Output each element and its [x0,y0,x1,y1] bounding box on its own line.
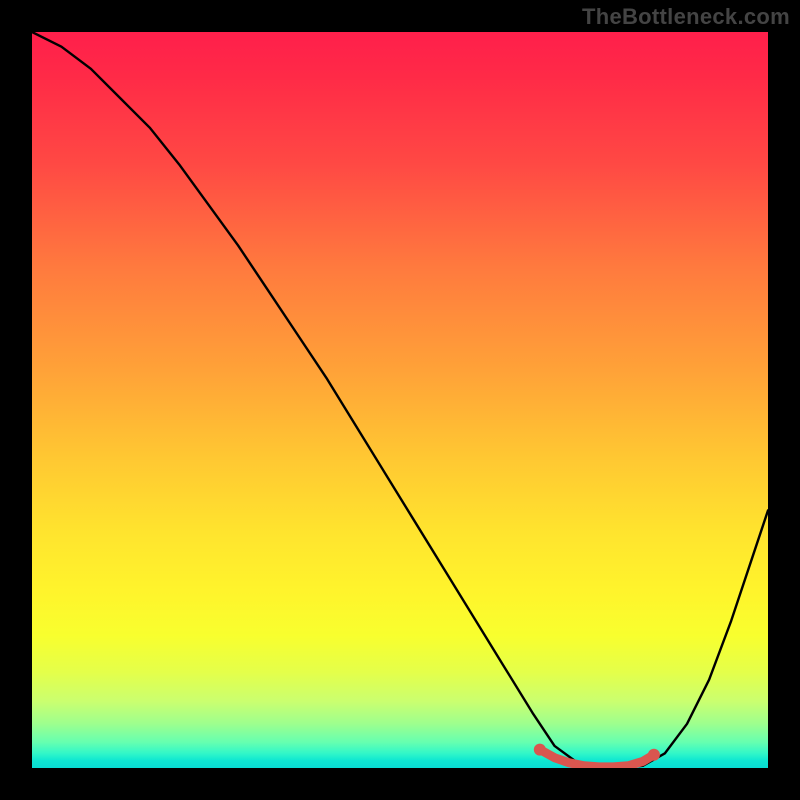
marker-dot [648,749,660,761]
marker-dot [534,744,546,756]
bottleneck-curve-path [32,32,768,768]
watermark-text: TheBottleneck.com [582,4,790,30]
optimal-range-marker-path [540,750,654,767]
chart-svg [32,32,768,768]
bottleneck-chart: TheBottleneck.com [0,0,800,800]
plot-area [32,32,768,768]
